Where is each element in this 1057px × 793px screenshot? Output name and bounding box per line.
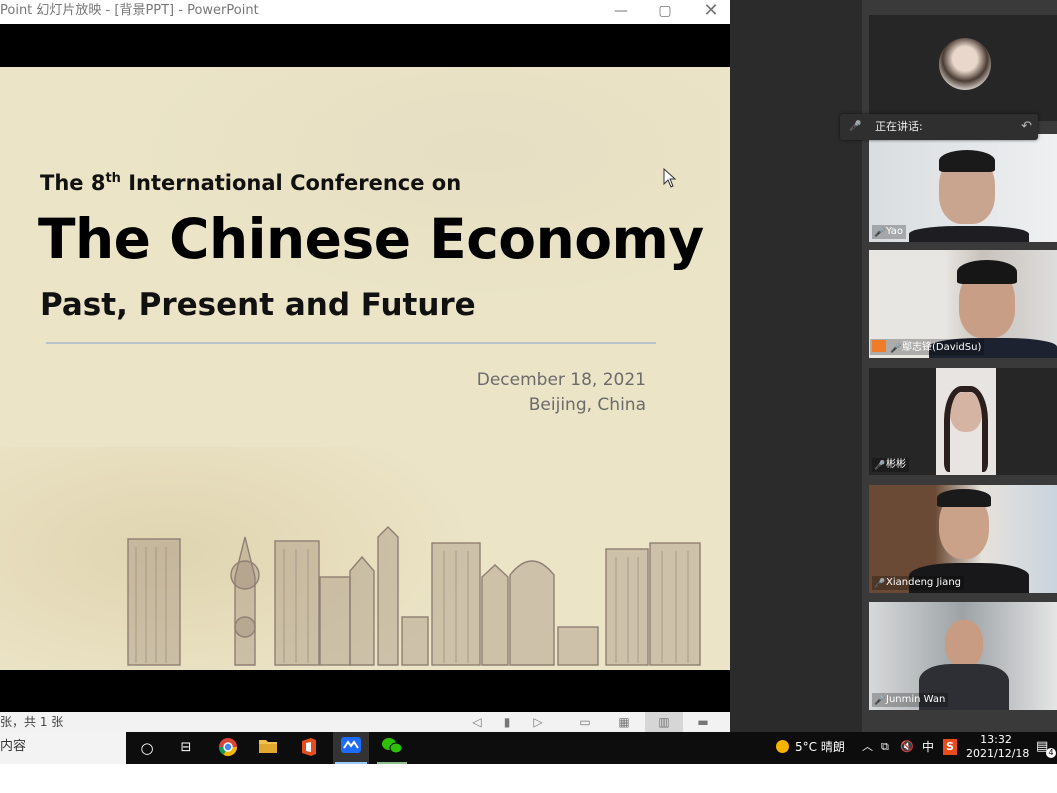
weather-widget[interactable]: 5°C 晴朗 (776, 732, 845, 762)
sun-icon (776, 740, 789, 753)
taskbar-clock[interactable]: 13:32 2021/12/18 (966, 733, 1030, 761)
minimize-button[interactable]: — (598, 0, 644, 24)
network-icon[interactable]: ⧉ (881, 732, 889, 762)
mouse-cursor-icon (663, 168, 677, 188)
input-method-indicator[interactable]: 中 (922, 732, 934, 762)
mic-off-icon: 🎤 (874, 228, 886, 238)
sogou-ime-icon[interactable]: S (943, 739, 957, 755)
close-button[interactable]: ✕ (688, 0, 730, 24)
task-view-icon[interactable]: ⊟ (175, 737, 197, 759)
show-hidden-icons[interactable]: ︿ (862, 732, 873, 762)
participant-tile[interactable]: 🎤Junmin Wan (869, 602, 1057, 710)
slideshow-statusbar: 张，共 1 张 ◁ ▮ ▷ ▭ ▦ ▥ ▬ (0, 712, 730, 732)
office-icon[interactable] (298, 737, 320, 759)
previous-slide-icon[interactable]: ◁ (470, 715, 484, 729)
participant-name-junmin: 🎤Junmin Wan (872, 693, 949, 707)
participant-tile[interactable]: 🎤Xiandeng Jiang (869, 485, 1057, 593)
mic-on-icon: 🎤 (874, 696, 886, 706)
chrome-icon[interactable] (217, 737, 239, 759)
speaking-label: 正在讲话: (875, 120, 923, 133)
notification-center-icon[interactable]: ▤ (1036, 732, 1048, 762)
maximize-button[interactable]: ▢ (642, 0, 688, 24)
file-explorer-icon[interactable] (257, 737, 279, 759)
mic-off-icon: 🎤 (874, 579, 886, 589)
clock-time: 13:32 (980, 733, 1012, 746)
host-icon (872, 340, 886, 352)
participant-tile[interactable]: 🎤Yao (869, 134, 1057, 242)
slideshow-icon[interactable]: ▬ (696, 715, 710, 729)
slide-main-title: The Chinese Economy (38, 207, 704, 271)
windows-taskbar: 内容 ○ ⊟ 5°C 晴朗 ︿ ⧉ 🔇 中 S 13:32 2021/12/18… (0, 732, 1057, 764)
mic-off-icon: 🎤 (874, 461, 886, 471)
title-divider (46, 342, 656, 344)
powerpoint-titlebar: Point 幻灯片放映 - [背景PPT] - PowerPoint — ▢ ✕ (0, 0, 730, 24)
participant-name-binbin: 🎤彬彬 (872, 458, 909, 472)
participant-name-yao: 🎤Yao (872, 225, 906, 239)
avatar (939, 38, 991, 90)
pause-icon[interactable]: ▮ (500, 715, 514, 729)
reading-view-icon[interactable]: ▥ (657, 715, 671, 729)
slide-location: Beijing, China (528, 395, 646, 415)
volume-muted-icon[interactable]: 🔇 (900, 732, 914, 762)
mic-icon: 🎤 (849, 121, 862, 132)
wechat-icon[interactable] (381, 737, 403, 759)
participant-video (936, 368, 996, 475)
notification-count-badge: 4 (1046, 748, 1056, 758)
cortana-icon[interactable]: ○ (136, 737, 158, 759)
slide-sorter-icon[interactable]: ▦ (617, 715, 631, 729)
undo-icon[interactable]: ↶ (1021, 114, 1032, 140)
window-title: Point 幻灯片放映 - [背景PPT] - PowerPoint (0, 3, 259, 18)
tencent-meeting-icon[interactable] (340, 737, 362, 759)
slide-letterbox-bottom (0, 670, 730, 712)
normal-view-icon[interactable]: ▭ (578, 715, 592, 729)
speaking-indicator: 🎤 正在讲话: ↶ (840, 114, 1038, 140)
skyline-illustration (127, 526, 701, 666)
participant-name-xiandeng: 🎤Xiandeng Jiang (872, 576, 964, 590)
slide-counter: 张，共 1 张 (0, 715, 64, 729)
next-slide-icon[interactable]: ▷ (531, 715, 545, 729)
participant-tile[interactable]: 🎤彬彬 (869, 368, 1057, 475)
participant-tile[interactable] (869, 15, 1057, 121)
clock-date: 2021/12/18 (966, 747, 1030, 760)
participant-name-davidsu: 🎤鄢志锋(DavidSu) (870, 339, 985, 355)
slide-subtitle: Past, Present and Future (40, 287, 476, 323)
conference-heading: The 8th International Conference on (40, 171, 462, 195)
participant-video (945, 620, 983, 668)
mic-off-icon: 🎤 (890, 344, 902, 354)
slide[interactable]: The 8th International Conference on The … (0, 67, 730, 670)
slide-date: December 18, 2021 (476, 370, 646, 390)
taskbar-search[interactable]: 内容 (0, 732, 126, 764)
participant-tile[interactable]: 🎤鄢志锋(DavidSu) (869, 250, 1057, 358)
below-screen-area (0, 764, 1057, 793)
slide-letterbox-top (0, 24, 730, 67)
